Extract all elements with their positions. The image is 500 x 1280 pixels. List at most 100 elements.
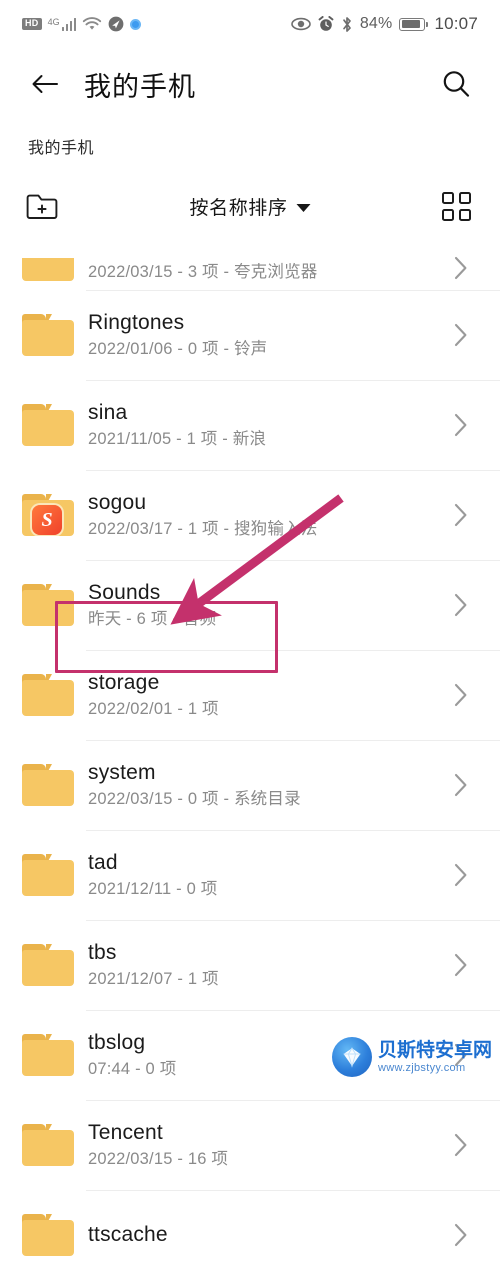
search-icon bbox=[443, 71, 470, 97]
chevron-right-icon[interactable] bbox=[448, 255, 474, 281]
file-subtitle: 2022/03/15 - 16 项 bbox=[88, 1149, 229, 1168]
file-meta: system 2022/03/15 - 0 项 - 系统目录 bbox=[86, 760, 442, 808]
file-meta: sina 2021/11/05 - 1 项 - 新浪 bbox=[86, 400, 442, 448]
file-subtitle: 2022/02/01 - 1 项 bbox=[88, 699, 219, 718]
chevron-right-icon[interactable] bbox=[448, 1222, 474, 1248]
file-meta: tbs 2021/12/07 - 1 项 bbox=[86, 940, 442, 988]
watermark-site-name: 贝斯特安卓网 bbox=[377, 1039, 492, 1061]
bluetooth-icon bbox=[341, 16, 353, 33]
file-name: tbs bbox=[88, 940, 117, 964]
battery-icon bbox=[399, 17, 429, 31]
location-icon bbox=[108, 16, 124, 32]
file-meta: sogou 2022/03/17 - 1 项 - 搜狗输入法 bbox=[86, 490, 442, 538]
file-name: storage bbox=[88, 670, 160, 694]
file-subtitle: 昨天 - 6 项 - 音频 bbox=[88, 609, 217, 628]
folder-icon bbox=[22, 854, 74, 896]
grid-view-button[interactable] bbox=[438, 188, 474, 224]
watermark: 贝斯特安卓网 www.zjbstyy.com bbox=[331, 1037, 492, 1077]
file-name: Ringtones bbox=[88, 310, 185, 334]
status-bar: HD 4G 84% 10:07 bbox=[0, 0, 500, 48]
chevron-right-icon[interactable] bbox=[448, 412, 474, 438]
file-list-item[interactable]: Ssogou 2022/03/17 - 1 项 - 搜狗输入法 bbox=[0, 470, 500, 560]
breadcrumb-path[interactable]: 我的手机 bbox=[28, 140, 94, 157]
file-list-item[interactable]: storage 2022/02/01 - 1 项 bbox=[0, 650, 500, 740]
file-meta: Tencent 2022/03/15 - 16 项 bbox=[86, 1120, 442, 1168]
file-meta: 2022/03/15 - 3 项 - 夸克浏览器 bbox=[86, 262, 442, 281]
folder-icon: S bbox=[22, 494, 74, 536]
file-list-item[interactable]: sina 2021/11/05 - 1 项 - 新浪 bbox=[0, 380, 500, 470]
folder-icon bbox=[22, 258, 74, 281]
chevron-right-icon[interactable] bbox=[448, 952, 474, 978]
page-title: 我的手机 bbox=[84, 71, 196, 102]
file-name: sina bbox=[88, 400, 128, 424]
hd-badge-icon: HD bbox=[22, 18, 42, 30]
search-button[interactable] bbox=[438, 66, 474, 102]
chevron-down-icon bbox=[296, 203, 311, 212]
file-name: sogou bbox=[88, 490, 147, 514]
file-meta: tad 2021/12/11 - 0 项 bbox=[86, 850, 442, 898]
file-list-item[interactable]: system 2022/03/15 - 0 项 - 系统目录 bbox=[0, 740, 500, 830]
chevron-right-icon[interactable] bbox=[448, 772, 474, 798]
status-bar-clock: 10:07 bbox=[434, 14, 478, 33]
sogou-badge-icon: S bbox=[32, 505, 62, 535]
chevron-right-icon[interactable] bbox=[448, 592, 474, 618]
folder-icon bbox=[22, 404, 74, 446]
folder-icon bbox=[22, 944, 74, 986]
file-subtitle: 2022/03/15 - 3 项 - 夸克浏览器 bbox=[88, 262, 318, 281]
file-list-item[interactable]: Ringtones 2022/01/06 - 0 项 - 铃声 bbox=[0, 290, 500, 380]
chevron-right-icon[interactable] bbox=[448, 862, 474, 888]
folder-icon bbox=[22, 584, 74, 626]
watermark-logo-icon bbox=[331, 1037, 372, 1077]
sort-label: 按名称排序 bbox=[189, 197, 288, 219]
file-subtitle: 2021/12/07 - 1 项 bbox=[88, 969, 219, 988]
file-name: Tencent bbox=[88, 1120, 163, 1144]
folder-icon bbox=[22, 1034, 74, 1076]
app-header: 我的手机 bbox=[0, 48, 500, 120]
file-subtitle: 2022/01/06 - 0 项 - 铃声 bbox=[88, 339, 268, 358]
folder-icon bbox=[22, 1124, 74, 1166]
file-subtitle: 2022/03/17 - 1 项 - 搜狗输入法 bbox=[88, 519, 318, 538]
file-list-item[interactable]: ttscache bbox=[0, 1190, 500, 1280]
signal-bars-icon: 4G bbox=[48, 17, 77, 31]
folder-icon bbox=[22, 314, 74, 356]
status-bar-left: HD 4G bbox=[22, 16, 142, 32]
watermark-url: www.zjbstyy.com bbox=[377, 1061, 466, 1074]
file-list-item[interactable]: 2022/03/15 - 3 项 - 夸克浏览器 bbox=[0, 234, 500, 290]
file-list: 2022/03/15 - 3 项 - 夸克浏览器 Ringtones 2022/01… bbox=[0, 234, 500, 1280]
wifi-icon bbox=[82, 16, 102, 32]
blue-dot-icon bbox=[130, 18, 142, 30]
back-arrow-icon bbox=[32, 75, 58, 93]
back-button[interactable] bbox=[28, 67, 62, 101]
chevron-right-icon[interactable] bbox=[448, 322, 474, 348]
status-bar-right: 84% 10:07 bbox=[291, 14, 478, 34]
list-toolbar: 按名称排序 bbox=[0, 178, 500, 234]
battery-percent: 84% bbox=[359, 15, 393, 32]
file-meta: storage 2022/02/01 - 1 项 bbox=[86, 670, 442, 718]
folder-icon bbox=[22, 764, 74, 806]
file-list-item[interactable]: tad 2021/12/11 - 0 项 bbox=[0, 830, 500, 920]
file-list-item[interactable]: tbs 2021/12/07 - 1 项 bbox=[0, 920, 500, 1010]
chevron-right-icon[interactable] bbox=[448, 1132, 474, 1158]
file-name: ttscache bbox=[88, 1222, 168, 1246]
breadcrumb[interactable]: 我的手机 bbox=[0, 120, 500, 158]
grid-view-icon bbox=[441, 191, 471, 221]
file-subtitle: 2021/12/11 - 0 项 bbox=[88, 879, 218, 898]
eye-icon bbox=[291, 17, 311, 31]
sort-button[interactable]: 按名称排序 bbox=[189, 193, 311, 220]
alarm-icon bbox=[318, 16, 334, 32]
file-subtitle: 2022/03/15 - 0 项 - 系统目录 bbox=[88, 789, 301, 808]
file-name: system bbox=[88, 760, 156, 784]
file-name: Sounds bbox=[88, 580, 161, 604]
chevron-right-icon[interactable] bbox=[448, 682, 474, 708]
file-list-item[interactable]: Tencent 2022/03/15 - 16 项 bbox=[0, 1100, 500, 1190]
new-folder-icon bbox=[26, 194, 58, 219]
watermark-text: 贝斯特安卓网 www.zjbstyy.com bbox=[378, 1041, 492, 1074]
file-subtitle: 2021/11/05 - 1 项 - 新浪 bbox=[88, 429, 267, 448]
new-folder-button[interactable] bbox=[22, 186, 62, 226]
file-meta: Sounds 昨天 - 6 项 - 音频 bbox=[86, 580, 442, 628]
file-meta: ttscache bbox=[86, 1222, 442, 1246]
chevron-right-icon[interactable] bbox=[448, 502, 474, 528]
file-name: tad bbox=[88, 850, 118, 874]
file-list-item[interactable]: Sounds 昨天 - 6 项 - 音频 bbox=[0, 560, 500, 650]
folder-icon bbox=[22, 674, 74, 716]
